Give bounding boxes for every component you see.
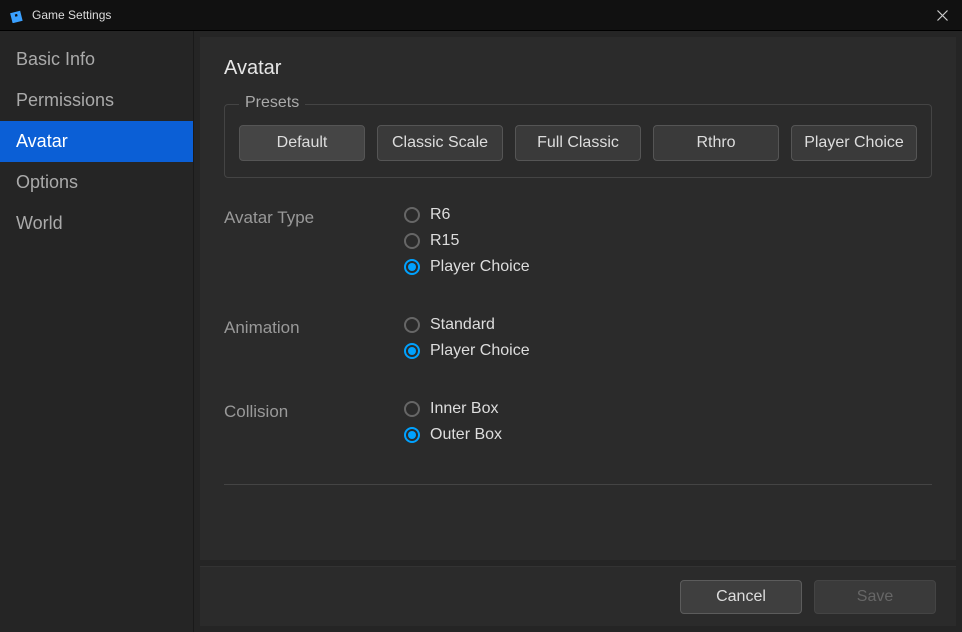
- radio-outer-box[interactable]: Outer Box: [404, 426, 502, 444]
- preset-rthro-button[interactable]: Rthro: [653, 125, 779, 161]
- animation-row: Animation Standard Player Choice: [224, 316, 932, 360]
- footer: Cancel Save: [200, 566, 956, 626]
- radio-animation-player-choice[interactable]: Player Choice: [404, 342, 530, 360]
- radio-player-choice[interactable]: Player Choice: [404, 258, 530, 276]
- radio-icon: [404, 427, 420, 443]
- presets-group: Presets Default Classic Scale Full Class…: [224, 104, 932, 178]
- radio-label: Outer Box: [430, 426, 502, 444]
- title-bar: Game Settings: [0, 0, 962, 31]
- radio-icon: [404, 207, 420, 223]
- avatar-type-radio-group: R6 R15 Player Choice: [404, 206, 530, 276]
- radio-label: R15: [430, 232, 459, 250]
- radio-label: Standard: [430, 316, 495, 334]
- sidebar-item-permissions[interactable]: Permissions: [0, 80, 193, 121]
- radio-r6[interactable]: R6: [404, 206, 530, 224]
- radio-icon: [404, 401, 420, 417]
- radio-icon: [404, 343, 420, 359]
- radio-label: R6: [430, 206, 450, 224]
- collision-label: Collision: [224, 400, 404, 444]
- radio-label: Inner Box: [430, 400, 498, 418]
- radio-icon: [404, 317, 420, 333]
- presets-legend: Presets: [239, 94, 305, 112]
- animation-radio-group: Standard Player Choice: [404, 316, 530, 360]
- animation-label: Animation: [224, 316, 404, 360]
- radio-inner-box[interactable]: Inner Box: [404, 400, 502, 418]
- radio-icon: [404, 259, 420, 275]
- collision-radio-group: Inner Box Outer Box: [404, 400, 502, 444]
- radio-label: Player Choice: [430, 258, 530, 276]
- page-title: Avatar: [224, 57, 932, 80]
- app-logo-icon: [8, 7, 24, 23]
- collision-row: Collision Inner Box Outer Box: [224, 400, 932, 444]
- body: Basic Info Permissions Avatar Options Wo…: [0, 31, 962, 632]
- sidebar-item-options[interactable]: Options: [0, 162, 193, 203]
- radio-standard[interactable]: Standard: [404, 316, 530, 334]
- sidebar-item-basic-info[interactable]: Basic Info: [0, 39, 193, 80]
- preset-classic-scale-button[interactable]: Classic Scale: [377, 125, 503, 161]
- preset-full-classic-button[interactable]: Full Classic: [515, 125, 641, 161]
- preset-default-button[interactable]: Default: [239, 125, 365, 161]
- main-panel: Avatar Presets Default Classic Scale Ful…: [200, 37, 956, 560]
- radio-r15[interactable]: R15: [404, 232, 530, 250]
- section-divider: [224, 484, 932, 485]
- window-title: Game Settings: [32, 8, 111, 22]
- save-button: Save: [814, 580, 936, 614]
- radio-label: Player Choice: [430, 342, 530, 360]
- window: Game Settings Basic Info Permissions Ava…: [0, 0, 962, 632]
- preset-player-choice-button[interactable]: Player Choice: [791, 125, 917, 161]
- avatar-type-row: Avatar Type R6 R15 Player Choice: [224, 206, 932, 276]
- close-button[interactable]: [922, 0, 962, 31]
- sidebar-item-avatar[interactable]: Avatar: [0, 121, 193, 162]
- cancel-button[interactable]: Cancel: [680, 580, 802, 614]
- sidebar: Basic Info Permissions Avatar Options Wo…: [0, 31, 194, 632]
- avatar-type-label: Avatar Type: [224, 206, 404, 276]
- sidebar-item-world[interactable]: World: [0, 203, 193, 244]
- radio-icon: [404, 233, 420, 249]
